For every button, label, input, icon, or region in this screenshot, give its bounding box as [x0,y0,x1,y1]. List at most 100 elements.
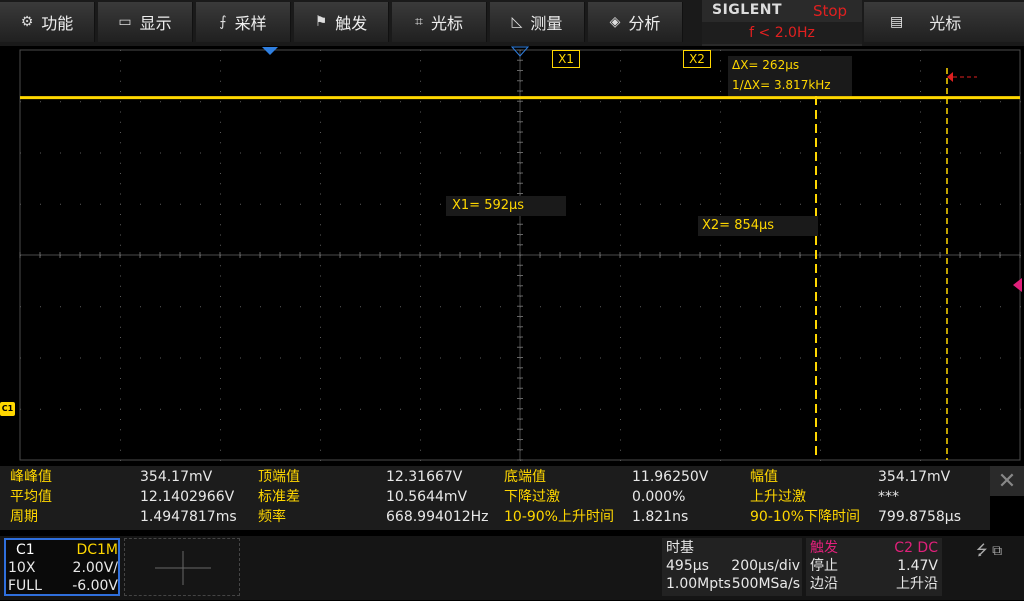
grid-dot [960,408,961,410]
grid-dot [420,367,421,369]
grid-dot [960,203,961,205]
grid-dot [120,285,121,287]
waveform-display[interactable]: X1 X2 ΔX= 262μs 1/ΔX= 3.817kHz X1= 592μs… [0,46,1024,466]
grid-dot [120,234,121,236]
menu-trigger-button[interactable]: ⚑ 触发 [294,2,389,42]
grid-dot [800,357,801,359]
grid-dot [220,244,221,246]
menu-acquire-button[interactable]: ⨍ 采样 [196,2,291,42]
grid-dot [220,449,221,451]
grid-dot [620,275,621,277]
cursor-x1-tag[interactable]: X1 [552,50,580,68]
menu-cursor-button[interactable]: ⌗ 光标 [392,2,487,42]
grid-dot [320,378,321,379]
grid-dot [660,357,661,359]
grid-dot [120,429,121,431]
grid-dot [620,214,621,215]
grid-dot [820,142,821,144]
menu-label: 采样 [234,14,267,33]
cursor-x2-tag[interactable]: X2 [683,50,711,68]
grid-dot [720,429,721,431]
grid-dot [600,203,601,205]
grid-dot [620,91,621,92]
grid-dot [720,265,721,267]
grid-dot [820,224,821,226]
grid-dot [80,152,81,154]
grid-dot [580,152,581,154]
grid-dot [340,357,341,359]
grid-dot [320,203,321,205]
grid-dot [360,408,361,410]
usb-network-icon: ⭍ ⧉ [976,543,1003,559]
grid-dot [100,306,101,308]
grid-dot [920,460,921,461]
grid-dot [380,357,381,359]
grid-dot [240,152,241,154]
grid-dot [960,152,961,154]
grid-dot [120,132,121,133]
ch1-name: C1 [16,542,35,558]
grid-dot [580,306,581,308]
grid-dot [80,306,81,308]
run-status[interactable]: Stop [798,2,862,22]
grid-dot [620,80,621,82]
grid-dot [180,152,181,154]
brand-logo: SIGLENT [712,2,783,18]
channel1-panel[interactable]: C1 DC1M 10X 2.00V/ FULL -6.00V [4,538,120,596]
grid-dot [820,296,821,297]
grid-dot [420,70,421,72]
grid-dot [140,152,141,154]
grid-dot [920,357,921,359]
grid-dot [240,408,241,410]
grid-dot [820,111,821,113]
grid-dot [680,203,681,205]
grid-dot [1020,408,1021,410]
grid-dot [560,306,561,308]
grid-dot [680,357,681,359]
grid-dot [800,101,801,103]
grid-dot [280,203,281,205]
grid-dot [320,214,321,215]
grid-dot [320,439,321,441]
grid-dot [620,296,621,297]
measure-name: 周期 [10,509,38,525]
grid-dot [1000,408,1001,410]
timebase-panel[interactable]: 时基 495μs 200μs/div 1.00Mpts 500MSa/s [662,538,802,596]
grid-dot [860,306,861,308]
grid-dot [900,357,901,359]
cursor-panel-button[interactable]: ▤ 光标 [864,2,1024,42]
grid-dot [420,132,421,133]
menu-function-button[interactable]: ⚙ 功能 [0,2,95,42]
menu-display-button[interactable]: ▭ 显示 [98,2,193,42]
grid-dot [180,203,181,205]
menu-analyze-button[interactable]: ◈ 分析 [588,2,683,42]
grid-dot [440,306,441,308]
menu-measure-button[interactable]: ◺ 测量 [490,2,585,42]
cursor-inverse-delta: 1/ΔX= 3.817kHz [732,78,831,92]
grid-dot [1000,101,1001,103]
measure-value: 668.994012Hz [386,509,489,525]
grid-dot [960,306,961,308]
grid-dot [400,306,401,308]
measure-name: 90-10%下降时间 [750,509,860,525]
grid-dot [320,316,321,318]
grid-dot [420,214,421,215]
measure-name: 幅值 [750,469,778,485]
grid-dot [60,357,61,359]
grid-dot [720,152,721,154]
trigger-panel[interactable]: 触发 C2 DC 停止 1.47V 边沿 上升沿 [806,538,942,596]
grid-dot [420,224,421,226]
close-icon[interactable]: ✕ [990,466,1024,496]
ch1-header-row: C1 DC1M [8,541,118,559]
grid-dot [20,152,21,154]
grid-dot [720,367,721,369]
grid-dot [140,408,141,410]
grid-dot [620,234,621,236]
grid-dot [160,357,161,359]
grid-dot [300,101,301,103]
grid-dot [500,357,501,359]
ch1-ground-marker[interactable]: C1 [0,402,15,416]
menu-label: 触发 [335,14,368,33]
add-channel-slot[interactable] [124,538,240,596]
grid-dot [540,357,541,359]
